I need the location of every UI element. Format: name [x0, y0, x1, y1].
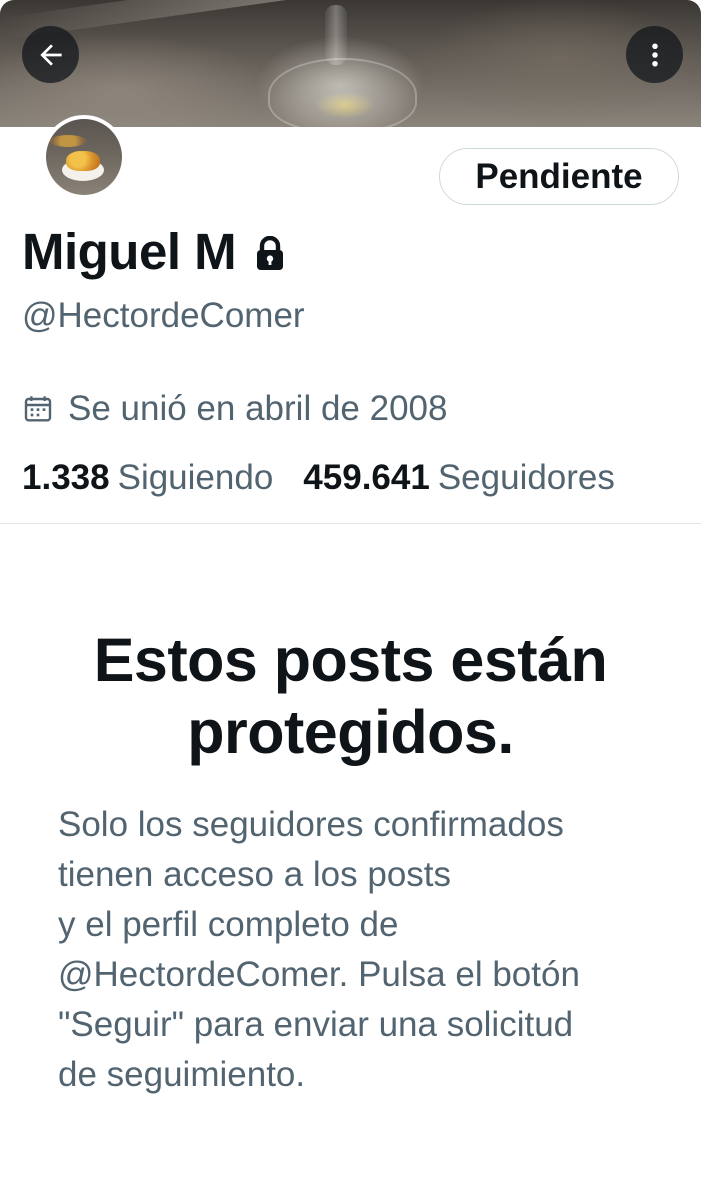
banner-glass — [268, 58, 417, 127]
profile-page: Pendiente Miguel M @HectordeComer Se uni… — [0, 0, 701, 1200]
protected-title-line-1: Estos posts están — [93, 626, 608, 694]
profile-banner[interactable] — [0, 0, 701, 127]
banner-light-streak — [0, 0, 558, 40]
follow-stats: 1.338 Siguiendo 459.641 Seguidores — [22, 458, 615, 498]
joined-date-text: Se unió en abril de 2008 — [68, 389, 448, 428]
following-count: 1.338 — [22, 458, 110, 497]
protected-body-line: tienen acceso a los posts — [58, 855, 452, 894]
joined-date-row: Se unió en abril de 2008 — [22, 389, 447, 429]
protected-posts-title: Estos posts están protegidos. — [0, 624, 701, 768]
back-button[interactable] — [22, 26, 79, 83]
section-divider — [0, 523, 701, 524]
following-label: Siguiendo — [117, 458, 274, 497]
avatar-food-background — [50, 135, 86, 147]
followers-label: Seguidores — [437, 458, 615, 497]
protected-title-line-2: protegidos. — [187, 698, 514, 766]
handle: @HectordeComer — [22, 296, 305, 335]
lock-icon — [254, 235, 286, 272]
avatar[interactable] — [42, 115, 126, 199]
more-options-button[interactable] — [626, 26, 683, 83]
avatar-image — [46, 119, 122, 195]
protected-body-line: y el perfil completo de — [58, 905, 399, 944]
avatar-food — [66, 151, 100, 171]
protected-posts-description: Solo los seguidores confirmados tienen a… — [58, 800, 658, 1100]
following-stat[interactable]: 1.338 Siguiendo — [22, 458, 273, 498]
protected-body-line: @HectordeComer. Pulsa el botón — [58, 955, 580, 994]
calendar-icon — [24, 396, 52, 422]
banner-glass-stem — [325, 5, 347, 65]
pending-follow-button[interactable]: Pendiente — [439, 148, 679, 205]
display-name-row: Miguel M — [22, 222, 286, 281]
more-vertical-icon — [651, 43, 658, 66]
protected-body-line: "Seguir" para enviar una solicitud — [58, 1005, 574, 1044]
protected-body-line: Solo los seguidores confirmados — [58, 805, 564, 844]
followers-count: 459.641 — [303, 458, 430, 497]
display-name: Miguel M — [22, 223, 237, 280]
protected-body-line: de seguimiento. — [58, 1055, 306, 1094]
arrow-left-icon — [39, 43, 62, 66]
followers-stat[interactable]: 459.641 Seguidores — [303, 458, 615, 498]
